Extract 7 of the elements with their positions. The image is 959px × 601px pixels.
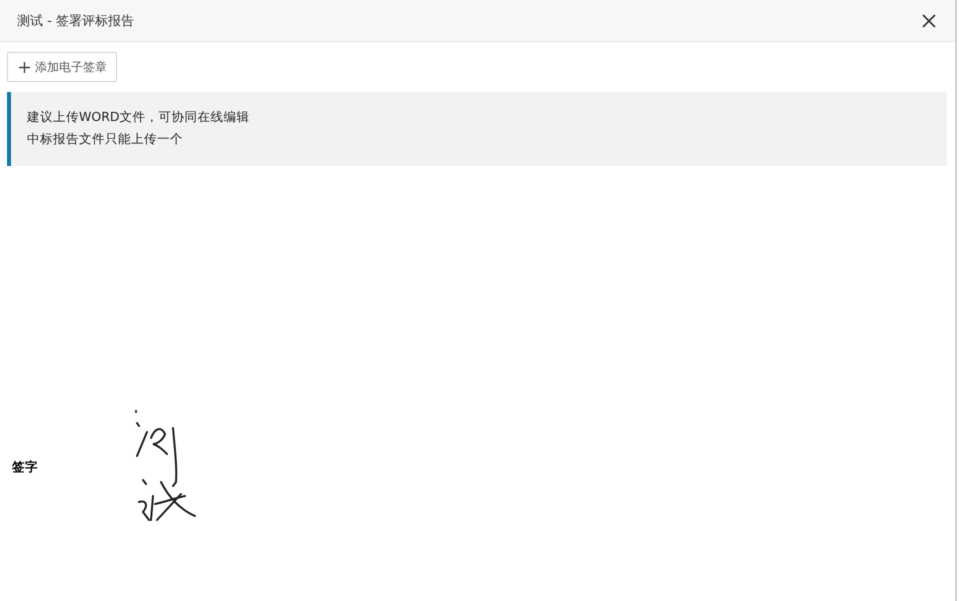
plus-icon: [19, 62, 30, 72]
notice-text: 中标报告文件只能上传一个: [27, 130, 184, 148]
add-signature-button[interactable]: 添加电子签章: [7, 52, 117, 82]
window-title: 测试 - 签署评标报告: [17, 12, 134, 30]
notice-text: 建议上传WORD文件，可协同在线编辑: [27, 108, 251, 126]
close-icon[interactable]: [922, 14, 936, 28]
signature-label: 签字: [12, 458, 39, 476]
